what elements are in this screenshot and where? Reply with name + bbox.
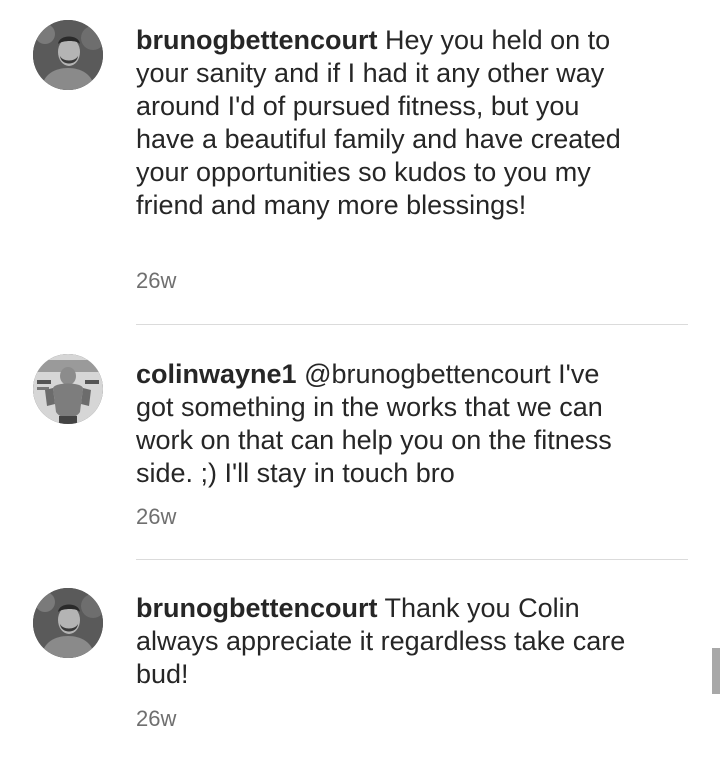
profile-photo-icon [33, 20, 103, 90]
comment-divider [136, 559, 688, 560]
avatar[interactable] [33, 588, 103, 658]
scrollbar[interactable] [712, 648, 720, 694]
profile-photo-icon [33, 354, 103, 424]
profile-photo-icon [33, 588, 103, 658]
avatar[interactable] [33, 20, 103, 90]
username-link[interactable]: brunogbettencourt [136, 593, 377, 623]
avatar[interactable] [33, 354, 103, 424]
comment-text: brunogbettencourt Thank you Colin always… [136, 592, 636, 691]
comment-timestamp[interactable]: 26w [136, 268, 176, 294]
comment-text: brunogbettencourt Hey you held on to you… [136, 24, 636, 222]
username-link[interactable]: colinwayne1 [136, 359, 297, 389]
username-link[interactable]: brunogbettencourt [136, 25, 377, 55]
comment-timestamp[interactable]: 26w [136, 706, 176, 732]
comment-text: colinwayne1 @brunogbettencourt I've got … [136, 358, 636, 490]
comment-divider [136, 324, 688, 325]
comment-timestamp[interactable]: 26w [136, 504, 176, 530]
